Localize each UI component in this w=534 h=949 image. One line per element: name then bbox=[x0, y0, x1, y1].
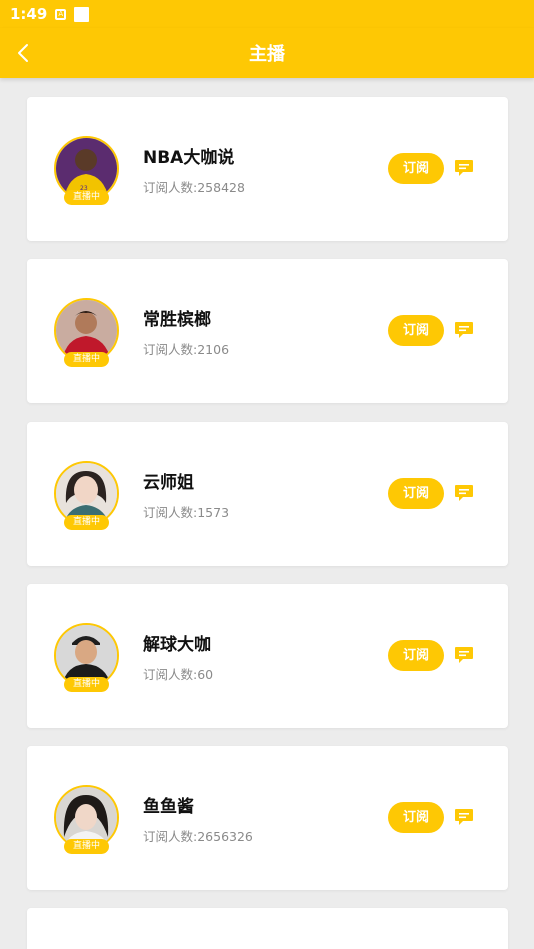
subscriber-count: 订阅人数:2106 bbox=[143, 342, 230, 357]
anchor-card[interactable]: 直播中 常胜槟榔 订阅人数:2106 订阅 bbox=[27, 259, 508, 403]
avatar-container[interactable]: 23 直播中 bbox=[54, 136, 119, 205]
app-header: 主播 bbox=[0, 28, 534, 78]
live-badge: 直播中 bbox=[64, 677, 109, 692]
chat-bubble-icon[interactable] bbox=[454, 645, 474, 665]
anchor-card[interactable]: 23 直播中 NBA大咖说 订阅人数:258428 订阅 bbox=[27, 97, 508, 241]
avatar-container[interactable]: 直播中 bbox=[54, 298, 119, 367]
chat-bubble-icon[interactable] bbox=[454, 807, 474, 827]
chat-bubble-icon[interactable] bbox=[454, 483, 474, 503]
anchor-name: 常胜槟榔 bbox=[143, 310, 211, 330]
avatar-container[interactable]: 直播中 bbox=[54, 785, 119, 854]
anchor-name: 解球大咖 bbox=[143, 635, 211, 655]
a-notification-icon: A bbox=[55, 8, 67, 20]
live-badge: 直播中 bbox=[64, 839, 109, 854]
subscriber-count: 订阅人数:1573 bbox=[143, 505, 230, 520]
chat-bubble-icon[interactable] bbox=[454, 320, 474, 340]
subscribe-button[interactable]: 订阅 bbox=[388, 802, 444, 833]
anchor-card[interactable]: 直播中 鱼鱼酱 订阅人数:2656326 订阅 bbox=[27, 746, 508, 890]
anchor-card-partial[interactable] bbox=[27, 908, 508, 949]
anchor-name: 鱼鱼酱 bbox=[143, 797, 194, 817]
live-badge: 直播中 bbox=[64, 515, 109, 530]
subscriber-count: 订阅人数:2656326 bbox=[143, 829, 253, 844]
subscriber-count: 订阅人数:60 bbox=[143, 667, 214, 682]
subscribe-button[interactable]: 订阅 bbox=[388, 315, 444, 346]
live-badge: 直播中 bbox=[64, 352, 109, 367]
live-badge: 直播中 bbox=[64, 190, 109, 205]
chat-bubble-icon[interactable] bbox=[454, 158, 474, 178]
notification-square-icon bbox=[74, 6, 90, 22]
status-time: 1:49 bbox=[10, 5, 48, 23]
subscribe-button[interactable]: 订阅 bbox=[388, 153, 444, 184]
subscribe-button[interactable]: 订阅 bbox=[388, 478, 444, 509]
subscriber-count: 订阅人数:258428 bbox=[143, 180, 245, 195]
avatar-container[interactable]: 直播中 bbox=[54, 461, 119, 530]
anchor-name: NBA大咖说 bbox=[143, 148, 235, 168]
anchor-card[interactable]: 直播中 解球大咖 订阅人数:60 订阅 bbox=[27, 584, 508, 728]
avatar-container[interactable]: 直播中 bbox=[54, 623, 119, 692]
subscribe-button[interactable]: 订阅 bbox=[388, 640, 444, 671]
status-bar: 1:49 A bbox=[0, 0, 534, 28]
anchor-name: 云师姐 bbox=[143, 473, 194, 493]
page-title: 主播 bbox=[249, 44, 285, 65]
anchor-card[interactable]: 直播中 云师姐 订阅人数:1573 订阅 bbox=[27, 422, 508, 566]
